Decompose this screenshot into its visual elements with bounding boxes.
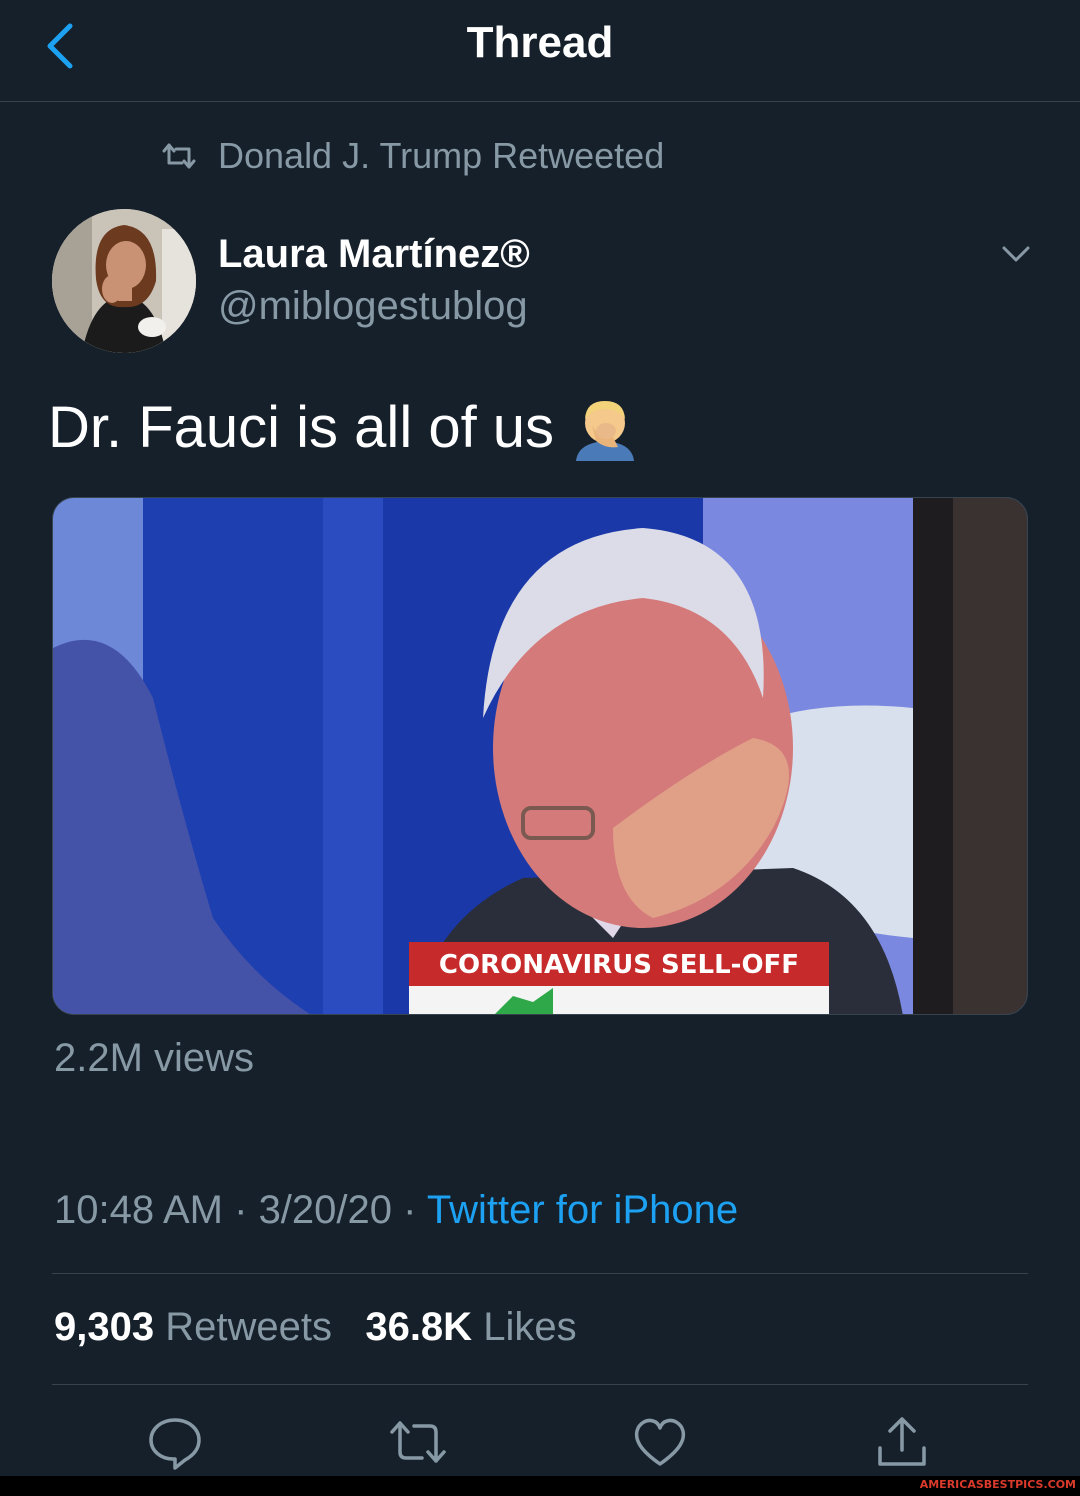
- separator: ·: [392, 1188, 427, 1232]
- retweet-button[interactable]: [388, 1412, 448, 1472]
- news-chyron: CORONAVIRUS SELL-OFF: [439, 950, 799, 980]
- reply-button[interactable]: [145, 1412, 205, 1472]
- facepalm-emoji-icon: [576, 400, 635, 461]
- retweets-label: Retweets: [165, 1305, 332, 1349]
- retweets-stat[interactable]: 9,303 Retweets: [54, 1305, 332, 1349]
- watermark: AMERICASBESTPICS.COM: [919, 1478, 1076, 1491]
- bottom-strip: [0, 1476, 1080, 1496]
- retweet-context-label: Donald J. Trump Retweeted: [218, 135, 665, 176]
- more-options-button[interactable]: [996, 236, 1036, 272]
- tweet-time: 10:48 AM: [54, 1188, 224, 1232]
- avatar-photo: [52, 209, 196, 353]
- likes-stat[interactable]: 36.8K Likes: [365, 1305, 576, 1349]
- share-button[interactable]: [872, 1412, 932, 1472]
- nav-header: Thread: [0, 0, 1080, 102]
- page-title: Thread: [466, 18, 614, 67]
- tweet-stats: 9,303 Retweets 36.8K Likes: [54, 1305, 577, 1350]
- video-thumbnail: CORONAVIRUS SELL-OFF: [53, 498, 1027, 1014]
- retweet-context[interactable]: Donald J. Trump Retweeted: [160, 134, 664, 178]
- tweet-source-link[interactable]: Twitter for iPhone: [427, 1188, 738, 1232]
- author-name[interactable]: Laura Martínez®: [218, 232, 530, 277]
- retweet-icon: [162, 143, 196, 169]
- tweet-date: 3/20/20: [258, 1188, 393, 1232]
- chevron-down-icon: [1002, 246, 1030, 262]
- likes-label: Likes: [483, 1305, 577, 1349]
- tweet-media-video[interactable]: CORONAVIRUS SELL-OFF: [52, 497, 1028, 1015]
- retweets-count: 9,303: [54, 1305, 155, 1349]
- retweet-icon: [390, 1421, 446, 1463]
- divider: [52, 1273, 1028, 1274]
- view-count: 2.2M views: [54, 1036, 255, 1080]
- heart-icon: [634, 1418, 686, 1466]
- like-button[interactable]: [630, 1412, 690, 1472]
- tweet-text: Dr. Fauci is all of us: [48, 394, 638, 461]
- separator: ·: [223, 1188, 259, 1232]
- avatar[interactable]: [52, 209, 196, 353]
- tweet-body: Dr. Fauci is all of us: [48, 395, 555, 460]
- author-handle[interactable]: @miblogestublog: [218, 284, 528, 329]
- share-icon: [878, 1417, 926, 1466]
- divider: [52, 1384, 1028, 1385]
- tweet-metadata: 10:48 AM · 3/20/20 · Twitter for iPhone: [54, 1188, 738, 1233]
- likes-count: 36.8K: [365, 1305, 473, 1349]
- reply-icon: [149, 1418, 201, 1470]
